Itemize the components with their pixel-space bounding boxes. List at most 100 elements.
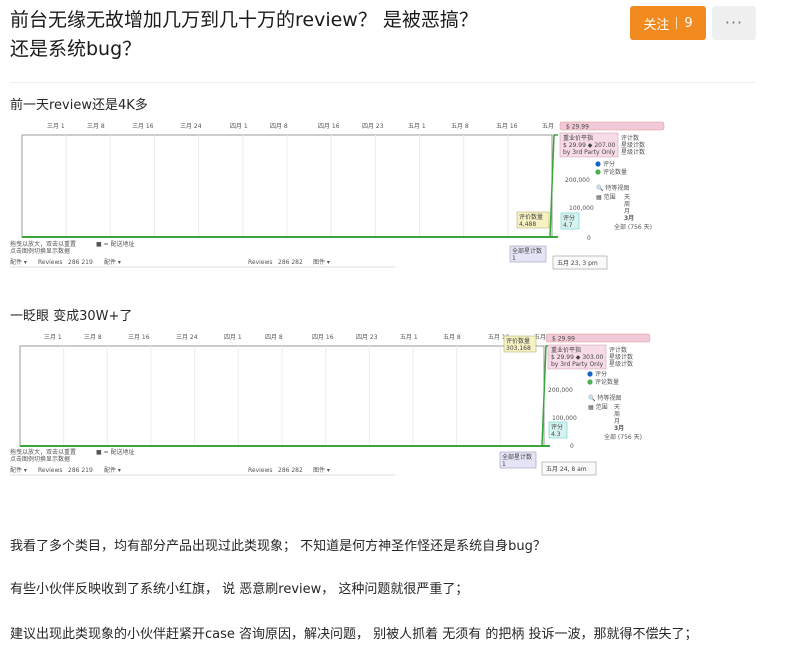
month-label: 三月 1 [44,334,62,341]
footer-hint-1: 拖曳以放大，双击以重置 [10,240,76,248]
footer-item-f: 286 282 [278,259,303,266]
month-label: 四月 23 [362,123,384,130]
price-pill-line-2: $ 29.99 ◆ 207.00 [563,142,616,149]
range-day: 天 [614,404,620,411]
month-label: 五月 8 [451,123,469,130]
keepa-chart-after: 三月 1 三月 8 三月 16 三月 24 四月 1 四月 8 四月 16 四月 23 五月 1… [10,333,651,476]
caption-after: 一眨眼 变成30W+了 [10,309,133,324]
month-label: 五月 1 [408,123,426,130]
footer-item-b: Reviews [38,467,63,474]
date-tooltip-label: 五月 24, 8 am [546,466,587,473]
range-week: 周 [614,411,620,418]
legend-rating-dot [595,161,601,167]
review-count-tag-label: 评价数量 [519,213,543,221]
follow-count: 9 [684,15,693,31]
rating-tag-label: 评分 [563,214,575,222]
legend-count-dot [587,379,593,385]
star-count-tag-value: 1 [502,461,506,468]
footer-hint-3: ■ = 配送地址 [96,240,135,248]
zoom-label: 🔍 特等视图 [588,394,621,402]
star-count-tag-label: 全部星计数 [502,453,532,461]
month-label: 三月 24 [176,334,198,341]
keepa-chart-before: 三月 1 三月 8 三月 16 三月 24 四月 1 四月 8 四月 16 四月 23 五月 1… [10,121,665,270]
date-tooltip-label: 五月 23, 3 pm [557,260,598,267]
more-options-button[interactable]: ··· [712,6,756,40]
price-pill-line-2: $ 29.99 ◆ 303.00 [551,354,604,361]
month-label: 三月 16 [128,334,150,341]
price-pill-line-3: by 3rd Party Only [551,361,604,368]
footer-item-a: 配件 ▾ [10,258,27,266]
chart-screenshot-after: 三月 1 三月 8 三月 16 三月 24 四月 1 四月 8 四月 16 四月 23 五月 1… [10,330,670,480]
rating-tag-value: 4.7 [563,222,573,229]
range-label: ▦ 范围 [588,403,608,411]
month-label: 四月 16 [312,334,334,341]
axis-label-top: 200,000 [565,177,590,184]
month-label: 三月 16 [132,123,154,130]
range-three-month: 3月 [614,424,624,432]
month-label: 五月 8 [443,334,461,341]
chart-screenshot-before: 三月 1 三月 8 三月 16 三月 24 四月 1 四月 8 四月 16 四月 23 五月 1… [10,118,670,270]
follow-button[interactable]: 关注 9 [630,6,706,40]
price-pill-line-1: 重业价平指 [551,346,581,354]
range-three-month: 3月 [624,214,634,222]
paragraph-1: 我看了多个类目，均有部分产品出现过此类现象； 不知道是何方神圣作怪还是系统自身b… [10,539,546,554]
review-count-tag-label: 评价数量 [506,337,530,345]
range-week: 周 [624,201,630,208]
price-pill-line-1: 重业价平指 [563,134,593,142]
footer-item-g: 图件 ▾ [313,466,330,474]
footer-item-d: 配件 ▾ [104,258,121,266]
header-divider [10,82,756,83]
month-label: 五月 [542,123,554,130]
footer-hint-2: 点击图例切换显示数据 [10,455,70,463]
right-label-2: 星级计数 [621,141,645,149]
review-count-tag-value: 303,168 [506,345,531,352]
range-all: 全部 (756 天) [614,223,652,231]
range-day: 天 [624,194,630,201]
paragraph-2: 有些小伙伴反映收到了系统小红旗， 说 恶意刷review， 这种问题就很严重了； [10,582,469,597]
range-month: 月 [624,208,630,215]
right-label-1: 评计数 [609,346,627,354]
axis-label-zero: 0 [587,235,591,242]
footer-hint-2: 点击图例切换显示数据 [10,247,70,255]
rating-tag-label: 评分 [551,423,563,431]
footer-item-d: 配件 ▾ [104,466,121,474]
month-label: 三月 24 [180,123,202,130]
paragraph-3: 建议出现此类现象的小伙伴赶紧开case 咨询原因，解决问题， 别被人抓着 无须有… [10,627,698,642]
month-label: 四月 8 [270,123,288,130]
legend-count-label: 评论数量 [595,378,619,386]
legend-rating-label: 评分 [603,160,615,168]
month-label: 四月 1 [224,334,242,341]
footer-item-b: Reviews [38,259,63,266]
axis-label-zero: 0 [570,443,574,450]
range-label: ▦ 范围 [596,193,616,201]
follow-button-label: 关注 [643,17,670,33]
price-header-label: $ 29.99 [552,336,575,343]
month-label: 四月 23 [356,334,378,341]
month-label: 三月 8 [87,123,105,130]
star-count-tag-value: 1 [512,255,516,262]
footer-hint-1: 拖曳以放大，双击以重置 [10,448,76,456]
footer-item-e: Reviews [248,259,273,266]
axis-label-mid: 100,000 [552,415,577,422]
price-header-label: $ 29.99 [566,124,589,131]
footer-item-c: 286 219 [68,467,93,474]
month-label: 五月 1 [400,334,418,341]
month-label: 五月 16 [496,123,518,130]
month-label: 四月 16 [318,123,340,130]
footer-item-e: Reviews [248,467,273,474]
axis-label-top: 200,000 [548,387,573,394]
legend-count-label: 评论数量 [603,168,627,176]
right-label-2: 星级计数 [609,353,633,361]
axis-label-mid: 100,000 [569,205,594,212]
footer-item-a: 配件 ▾ [10,466,27,474]
footer-item-f: 286 282 [278,467,303,474]
star-count-tag-label: 全部星计数 [512,247,542,255]
post-title: 前台无缘无故增加几万到几十万的review？ 是被恶搞？ 还是系统bug？ [10,6,610,64]
right-label-3: 星级计数 [621,148,645,156]
legend-rating-label: 评分 [595,370,607,378]
footer-item-c: 286 219 [68,259,93,266]
legend-count-dot [595,169,601,175]
range-all: 全部 (756 天) [604,433,642,441]
footer-item-g: 图件 ▾ [313,258,330,266]
rating-tag-value: 4.3 [551,431,561,438]
